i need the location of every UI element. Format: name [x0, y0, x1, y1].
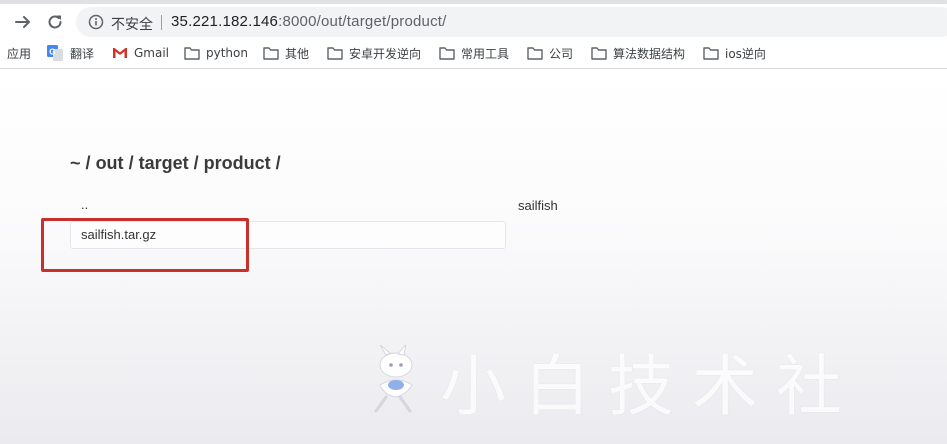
bookmark-folder-tools[interactable]: 常用工具 [439, 44, 509, 62]
url-host: 35.221.182.146 [171, 13, 279, 30]
bookmarks-bar: 应用 G 翻译 Gmail python 其他 安卓开发逆向 常用工具 公司 算… [0, 38, 947, 69]
directory-listing-page: ~ / out / target / product / .. sailfish… [0, 69, 947, 444]
breadcrumb-separator: / [193, 153, 199, 173]
reload-button[interactable] [40, 7, 70, 37]
info-icon[interactable] [88, 14, 104, 30]
breadcrumb-separator: / [128, 153, 134, 173]
breadcrumb-home[interactable]: ~ [70, 153, 81, 173]
file-row[interactable]: sailfish.tar.gz [70, 221, 506, 249]
bookmark-folder-algorithms[interactable]: 算法数据结构 [591, 44, 685, 62]
bookmark-label: 应用 [7, 46, 32, 61]
folder-icon [327, 46, 343, 60]
forward-icon [15, 16, 30, 28]
url-text[interactable]: 35.221.182.146:8000/out/target/product/ [171, 13, 447, 30]
omnibox-divider [161, 15, 162, 30]
parent-directory-link[interactable]: .. [81, 197, 88, 212]
bookmark-label: 安卓开发逆向 [349, 46, 422, 61]
svg-text:G: G [49, 48, 55, 57]
bookmark-apps[interactable]: 应用 [7, 44, 31, 62]
gmail-icon [112, 46, 128, 60]
folder-icon [703, 46, 719, 60]
folder-icon [527, 46, 543, 60]
breadcrumb-target[interactable]: target [139, 153, 189, 173]
bookmark-folder-ios-reverse[interactable]: ios逆向 [703, 44, 766, 62]
bookmark-folder-company[interactable]: 公司 [527, 44, 573, 62]
bookmark-label: 翻译 [70, 46, 95, 61]
file-name[interactable]: sailfish.tar.gz [81, 227, 156, 242]
sailfish-directory-link[interactable]: sailfish [518, 198, 558, 213]
bookmark-gmail[interactable]: Gmail [112, 44, 169, 62]
bookmark-folder-python[interactable]: python [184, 44, 248, 62]
url-path: :8000/out/target/product/ [278, 13, 447, 30]
bookmark-label: 算法数据结构 [613, 46, 686, 61]
bookmark-folder-other[interactable]: 其他 [263, 44, 309, 62]
breadcrumb-separator: / [85, 153, 91, 173]
watermark-text: 小白技术社 [440, 348, 860, 425]
bookmark-translate[interactable]: G 翻译 [46, 44, 94, 62]
bookmark-label: 其他 [285, 46, 310, 61]
folder-icon [263, 46, 279, 60]
reload-icon [48, 15, 62, 29]
google-translate-icon: G [46, 44, 64, 62]
breadcrumb-out[interactable]: out [96, 153, 124, 173]
breadcrumb-separator: / [275, 153, 281, 173]
bookmark-label: python [206, 46, 248, 60]
browser-toolbar: 不安全 35.221.182.146:8000/out/target/produ… [0, 4, 947, 38]
bookmark-label: 常用工具 [461, 46, 510, 61]
rabbit-mascot-icon [374, 345, 413, 413]
security-status-label[interactable]: 不安全 [111, 14, 153, 34]
breadcrumb-product[interactable]: product [204, 153, 271, 173]
folder-icon [591, 46, 607, 60]
address-bar[interactable]: 不安全 35.221.182.146:8000/out/target/produ… [76, 7, 947, 37]
bookmark-label: 公司 [549, 46, 574, 61]
breadcrumb: ~ / out / target / product / [70, 153, 281, 174]
folder-icon [184, 46, 200, 60]
bookmark-label: Gmail [134, 46, 170, 60]
bookmark-label: ios逆向 [725, 46, 766, 61]
forward-button[interactable] [8, 7, 38, 37]
bookmark-folder-android-reverse[interactable]: 安卓开发逆向 [327, 44, 421, 62]
folder-icon [439, 46, 455, 60]
